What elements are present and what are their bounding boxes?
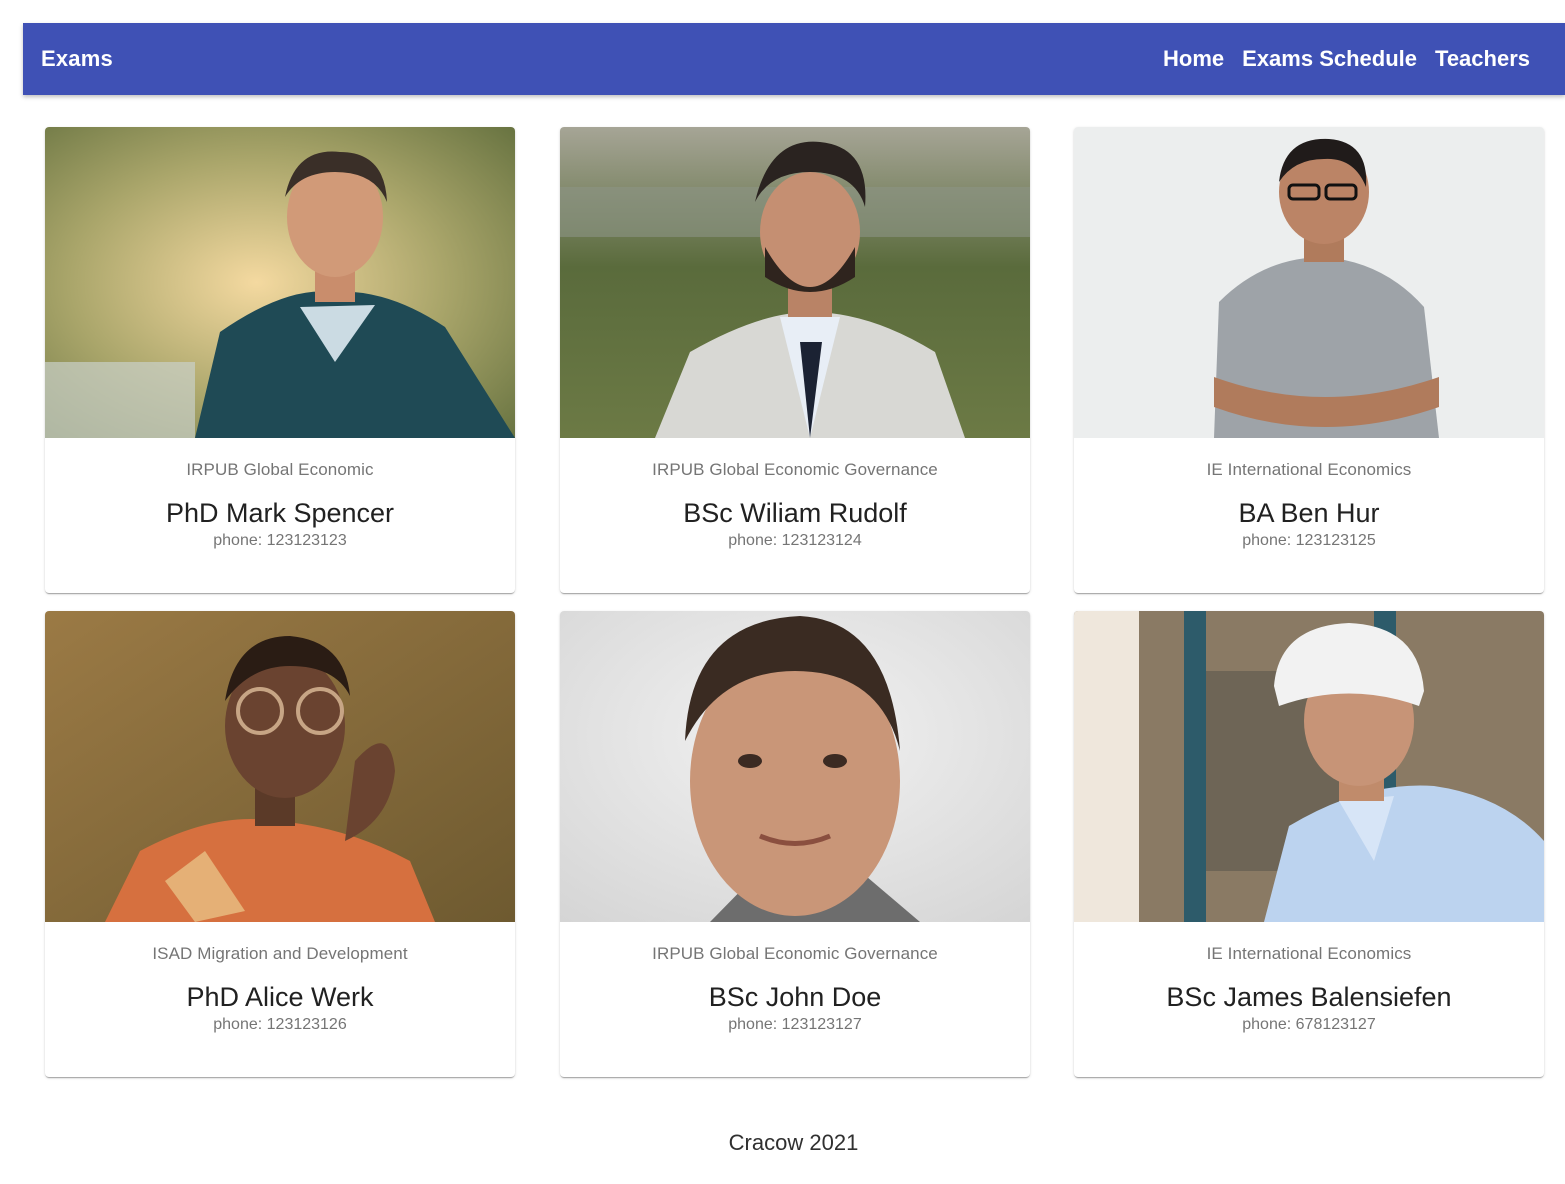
teacher-subject: IRPUB Global Economic <box>186 460 374 479</box>
phone-label: phone: <box>728 532 778 549</box>
app-title[interactable]: Exams <box>41 46 113 72</box>
nav-teachers-link[interactable]: Teachers <box>1435 46 1530 72</box>
phone-label: phone: <box>728 1016 778 1033</box>
teacher-subject: IE International Economics <box>1206 460 1412 479</box>
phone-label: phone: <box>1242 1016 1292 1033</box>
teacher-subject: ISAD Migration and Development <box>152 944 408 963</box>
teacher-name: BA Ben Hur <box>1238 498 1380 528</box>
phone-number: 123123123 <box>266 532 347 549</box>
phone-number: 123123125 <box>1295 532 1376 549</box>
teacher-phone: phone: 678123127 <box>1074 1016 1544 1034</box>
teacher-name: PhD Mark Spencer <box>165 498 395 528</box>
phone-number: 123123126 <box>266 1016 347 1033</box>
teacher-photo <box>1074 611 1544 922</box>
teacher-card[interactable]: IRPUB Global Economic Governance BSc Wil… <box>560 127 1030 593</box>
phone-number: 678123127 <box>1295 1016 1376 1033</box>
teacher-subject: IRPUB Global Economic Governance <box>652 944 938 963</box>
teacher-name: BSc John Doe <box>708 982 882 1012</box>
footer-text: Cracow 2021 <box>728 1130 859 1155</box>
teacher-name: PhD Alice Werk <box>186 982 374 1012</box>
teacher-card[interactable]: IRPUB Global Economic PhD Mark Spencer p… <box>45 127 515 593</box>
nav-home-link[interactable]: Home <box>1163 46 1224 72</box>
teacher-photo <box>1074 127 1544 438</box>
teacher-photo <box>45 127 515 438</box>
teacher-card[interactable]: IRPUB Global Economic Governance BSc Joh… <box>560 611 1030 1077</box>
teacher-photo <box>560 611 1030 922</box>
teacher-phone: phone: 123123125 <box>1074 532 1544 550</box>
teacher-phone: phone: 123123126 <box>45 1016 515 1034</box>
phone-label: phone: <box>213 1016 263 1033</box>
teacher-phone: phone: 123123127 <box>560 1016 1030 1034</box>
teacher-card[interactable]: IE International Economics BSc James Bal… <box>1074 611 1544 1077</box>
teacher-name: BSc Wiliam Rudolf <box>683 498 907 528</box>
phone-label: phone: <box>1242 532 1292 549</box>
phone-number: 123123127 <box>781 1016 862 1033</box>
teacher-photo <box>45 611 515 922</box>
top-nav: Home Exams Schedule Teachers <box>1163 46 1547 72</box>
nav-exams-schedule-link[interactable]: Exams Schedule <box>1242 46 1417 72</box>
phone-number: 123123124 <box>781 532 862 549</box>
app-bar: Exams Home Exams Schedule Teachers <box>23 23 1565 95</box>
teacher-phone: phone: 123123124 <box>560 532 1030 550</box>
teacher-subject: IE International Economics <box>1206 944 1412 963</box>
phone-label: phone: <box>213 532 263 549</box>
teacher-phone: phone: 123123123 <box>45 532 515 550</box>
teacher-card[interactable]: IE International Economics BA Ben Hur ph… <box>1074 127 1544 593</box>
teacher-name: BSc James Balensiefen <box>1166 982 1452 1012</box>
teacher-photo <box>560 127 1030 438</box>
teacher-card[interactable]: ISAD Migration and Development PhD Alice… <box>45 611 515 1077</box>
teacher-subject: IRPUB Global Economic Governance <box>652 460 938 479</box>
